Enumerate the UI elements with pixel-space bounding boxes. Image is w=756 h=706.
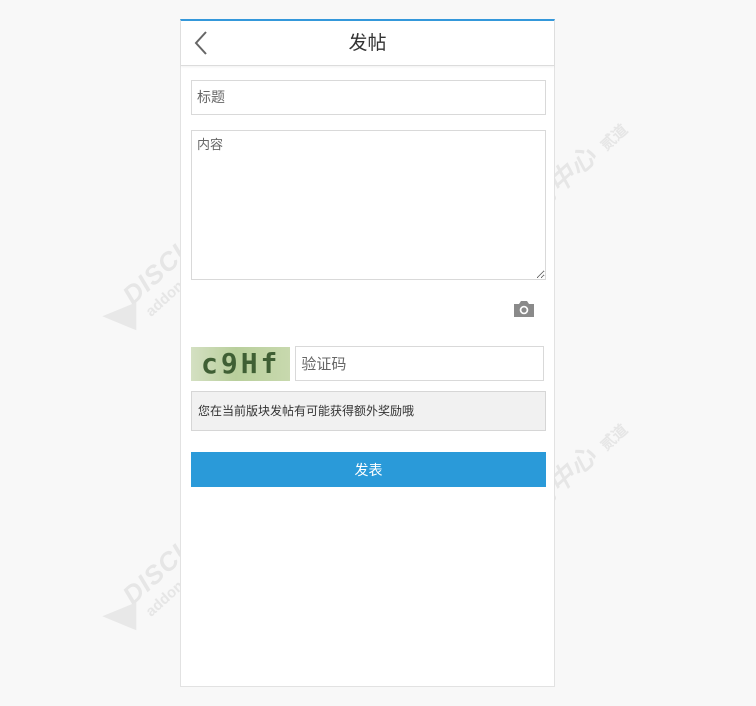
header-bar: 发帖: [181, 21, 554, 66]
captcha-image[interactable]: c9Hf: [191, 346, 291, 381]
attachment-toolbar: [191, 280, 544, 340]
captcha-input[interactable]: [295, 346, 544, 381]
reward-notice: 您在当前版块发帖有可能获得额外奖励哦: [191, 391, 546, 431]
title-input[interactable]: [191, 80, 546, 115]
camera-icon: [514, 301, 534, 317]
post-form: c9Hf 您在当前版块发帖有可能获得额外奖励哦 发表: [181, 66, 554, 487]
content-textarea[interactable]: [191, 130, 546, 280]
back-button[interactable]: [191, 29, 215, 57]
submit-button[interactable]: 发表: [191, 452, 546, 487]
captcha-row: c9Hf: [191, 346, 544, 381]
post-panel: 发帖 c9Hf 您在当前版块发帖有可能获得额外奖励哦 发表: [180, 19, 555, 687]
watermark-arrow-icon: [102, 602, 137, 631]
chevron-left-icon: [194, 31, 207, 55]
watermark-arrow-icon: [102, 302, 137, 331]
page-title: 发帖: [348, 32, 387, 54]
upload-image-button[interactable]: [512, 298, 536, 320]
